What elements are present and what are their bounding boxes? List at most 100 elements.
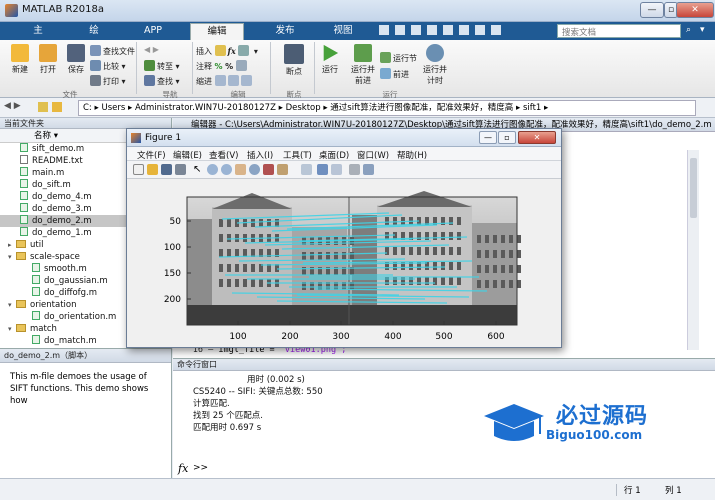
new-label: 新建 bbox=[12, 65, 28, 74]
print-icon[interactable] bbox=[175, 164, 186, 175]
window bbox=[449, 247, 453, 255]
advance-label: 前进 bbox=[393, 70, 409, 79]
print-button[interactable]: 打印 ▾ bbox=[90, 75, 126, 87]
address-path[interactable]: C: ▸ Users ▸ Administrator.WIN7U-2018012… bbox=[78, 100, 696, 116]
run-and-time-button[interactable]: 运行并 计时 bbox=[418, 44, 452, 86]
window bbox=[425, 247, 429, 255]
figure-minimize-button[interactable]: — bbox=[479, 131, 497, 144]
run-section-button[interactable]: 运行节 bbox=[380, 52, 417, 64]
search-docs-input[interactable]: 搜索文档 bbox=[557, 24, 681, 38]
link-plot-icon[interactable] bbox=[301, 164, 312, 175]
find-files-button[interactable]: 查找文件 bbox=[90, 45, 135, 57]
window bbox=[409, 277, 413, 285]
find-button[interactable]: 查找 ▾ bbox=[144, 75, 180, 87]
tab-editor[interactable]: 编辑器 bbox=[190, 23, 244, 53]
breakpoints-button[interactable]: 断点 bbox=[276, 44, 312, 77]
editor-scrollbar[interactable] bbox=[687, 150, 699, 350]
search-icon[interactable]: ⌕ bbox=[686, 25, 691, 35]
collapse-icon[interactable]: ▾ bbox=[8, 251, 16, 263]
zoom-in-icon[interactable] bbox=[207, 164, 218, 175]
path-segment[interactable]: C: bbox=[83, 103, 92, 113]
figure-title-bar[interactable]: Figure 1 — ▫ ✕ bbox=[127, 129, 561, 147]
minimize-button[interactable]: — bbox=[640, 2, 664, 18]
zoom-out-icon[interactable] bbox=[221, 164, 232, 175]
save-icon[interactable] bbox=[161, 164, 172, 175]
menu-edit[interactable]: 编辑(E) bbox=[173, 149, 202, 161]
menu-view[interactable]: 查看(V) bbox=[209, 149, 238, 161]
fx-icon: fx bbox=[178, 462, 189, 475]
collapse-icon[interactable]: ▾ bbox=[8, 299, 16, 311]
tab-publish[interactable]: 发布 bbox=[262, 23, 308, 40]
comment-button[interactable]: 注释 % % bbox=[196, 60, 249, 72]
window bbox=[243, 279, 247, 287]
save-button[interactable]: 保存 bbox=[62, 44, 90, 75]
window bbox=[251, 279, 255, 287]
compare-button[interactable]: 比较 ▾ bbox=[90, 60, 126, 72]
menu-file[interactable]: 文件(F) bbox=[137, 149, 166, 161]
window bbox=[449, 232, 453, 240]
show-tools-icon[interactable] bbox=[363, 164, 374, 175]
figure-plot-area[interactable]: 50 100 150 200 100 200 300 400 500 600 bbox=[127, 179, 561, 347]
colorbar-icon[interactable] bbox=[317, 164, 328, 175]
new-button[interactable]: 新建 bbox=[6, 44, 34, 75]
save-icon bbox=[67, 44, 85, 62]
back-forward-icon[interactable]: ◀ ▶ bbox=[144, 45, 159, 54]
hide-tools-icon[interactable] bbox=[349, 164, 360, 175]
figure-close-button[interactable]: ✕ bbox=[518, 131, 556, 144]
path-segment[interactable]: Desktop bbox=[286, 103, 321, 113]
matched-images-plot[interactable]: 50 100 150 200 100 200 300 400 500 600 bbox=[127, 179, 561, 347]
indent-icon bbox=[227, 75, 239, 86]
run-section-label: 运行节 bbox=[393, 54, 417, 63]
pan-hand-icon[interactable] bbox=[235, 164, 246, 175]
window bbox=[441, 232, 445, 240]
scrollbar-thumb[interactable] bbox=[690, 158, 697, 218]
tab-view[interactable]: 视图 bbox=[320, 23, 366, 40]
path-segment[interactable]: sift1 bbox=[523, 103, 541, 113]
path-segment[interactable]: Users bbox=[101, 103, 125, 113]
tab-apps[interactable]: APP bbox=[130, 23, 176, 40]
menu-window[interactable]: 窗口(W) bbox=[357, 149, 389, 161]
path-segment[interactable]: Administrator.WIN7U-20180127Z bbox=[135, 103, 276, 113]
run-button[interactable]: 运行 bbox=[316, 44, 344, 75]
menu-tools[interactable]: 工具(T) bbox=[283, 149, 312, 161]
collapse-icon[interactable]: ▾ bbox=[8, 323, 16, 335]
figure-window[interactable]: Figure 1 — ▫ ✕ 文件(F) 编辑(E) 查看(V) 插入(I) 工… bbox=[126, 128, 562, 348]
expand-icon[interactable]: ▸ bbox=[8, 239, 16, 251]
file-name: do_demo_1.m bbox=[32, 228, 92, 238]
indent-button[interactable]: 缩进 bbox=[196, 75, 254, 87]
window bbox=[457, 277, 461, 285]
close-button[interactable]: ✕ bbox=[676, 2, 714, 18]
open-button[interactable]: 打开 bbox=[34, 44, 62, 75]
nav-arrows-icon[interactable]: ◀ ▶ bbox=[4, 101, 21, 111]
file-name: do_diffofg.m bbox=[44, 288, 98, 298]
run-advance-button[interactable]: 运行并 前进 bbox=[346, 44, 380, 86]
tab-plots[interactable]: 绘图 bbox=[74, 23, 114, 52]
window bbox=[235, 234, 239, 242]
up-folder-icon[interactable] bbox=[38, 102, 48, 112]
brush-icon[interactable] bbox=[277, 164, 288, 175]
m-file-icon bbox=[32, 263, 40, 272]
window bbox=[385, 217, 389, 225]
menu-insert[interactable]: 插入(I) bbox=[247, 149, 273, 161]
insert-button[interactable]: 插入 fx ▾ bbox=[196, 45, 258, 57]
advance-button[interactable]: 前进 bbox=[380, 68, 409, 80]
command-prompt[interactable]: >> bbox=[193, 463, 208, 473]
goto-button[interactable]: 转至 ▾ bbox=[144, 60, 180, 72]
tab-home[interactable]: 主页 bbox=[18, 23, 58, 52]
window bbox=[517, 280, 521, 288]
open-icon[interactable] bbox=[147, 164, 158, 175]
figure-maximize-button[interactable]: ▫ bbox=[498, 131, 516, 144]
legend-icon[interactable] bbox=[331, 164, 342, 175]
rotate-icon[interactable] bbox=[249, 164, 260, 175]
path-segment[interactable]: 通过sift算法进行图像配准，配准效果好，精度高 bbox=[330, 103, 513, 113]
new-figure-icon[interactable] bbox=[133, 164, 144, 175]
menu-help[interactable]: 帮助(H) bbox=[397, 149, 427, 161]
window bbox=[425, 277, 429, 285]
m-file-icon bbox=[32, 275, 40, 284]
menu-desktop[interactable]: 桌面(D) bbox=[319, 149, 349, 161]
browse-folder-icon[interactable] bbox=[52, 102, 62, 112]
expand-icon[interactable]: ▾ bbox=[700, 25, 705, 35]
pointer-icon[interactable]: ↖ bbox=[193, 164, 204, 175]
data-cursor-icon[interactable] bbox=[263, 164, 274, 175]
watermark-url: Biguo100.com bbox=[546, 428, 643, 442]
